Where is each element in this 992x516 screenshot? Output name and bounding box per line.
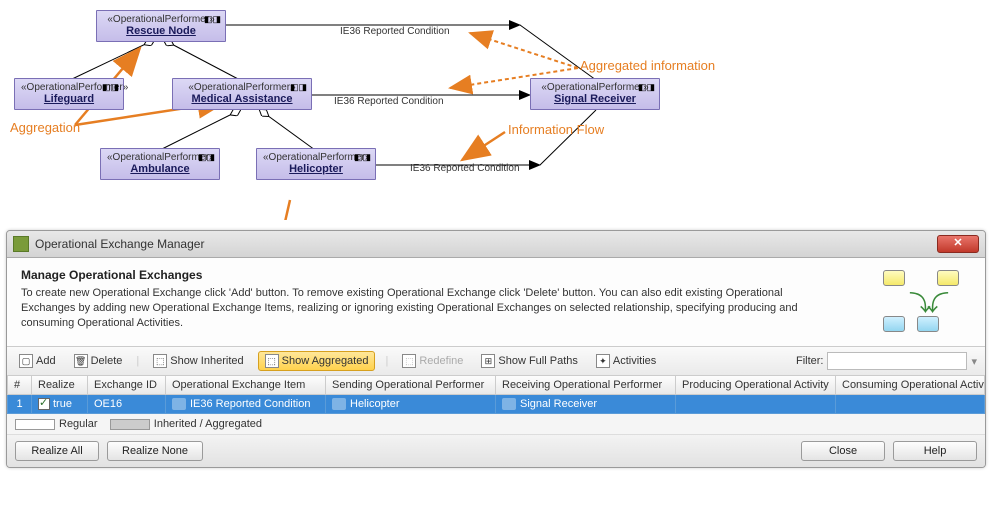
- dialog-footer: Realize All Realize None Close Help: [7, 435, 985, 467]
- dialog-title: Operational Exchange Manager: [35, 237, 204, 251]
- col-realize[interactable]: Realize: [32, 376, 88, 395]
- redefine-button: ⬚Redefine: [398, 352, 467, 370]
- item-icon: [172, 398, 186, 410]
- grid-header-row: # Realize Exchange ID Operational Exchan…: [8, 376, 985, 395]
- performer-icon: [502, 398, 516, 410]
- node-title: Helicopter: [263, 163, 369, 175]
- col-sending[interactable]: Sending Operational Performer: [326, 376, 496, 395]
- realize-checkbox[interactable]: [38, 398, 50, 410]
- cell-exchange-id[interactable]: OE16: [88, 395, 166, 414]
- help-button[interactable]: Help: [893, 441, 977, 461]
- legend: Regular Inherited / Aggregated: [7, 414, 985, 435]
- inherited-icon: ⬚: [153, 354, 167, 368]
- cell-realize[interactable]: true: [32, 395, 88, 414]
- aggregated-icon: ⬚: [265, 354, 279, 368]
- close-button[interactable]: Close: [801, 441, 885, 461]
- operational-exchange-manager-dialog: Operational Exchange Manager ✕ Manage Op…: [6, 230, 986, 468]
- node-title: Ambulance: [107, 163, 213, 175]
- node-helicopter[interactable]: ◧◨ «OperationalPerformer» Helicopter: [256, 148, 376, 180]
- performer-icon: ◧◨: [198, 152, 215, 163]
- activities-button[interactable]: ✦Activities: [592, 352, 660, 370]
- flow-label: IE36 Reported Condition: [340, 26, 450, 37]
- toolbar: ▢Add 🗑Delete | ⬚Show Inherited ⬚Show Agg…: [7, 347, 985, 376]
- performer-icon: [332, 398, 346, 410]
- activities-icon: ✦: [596, 354, 610, 368]
- node-title: Rescue Node: [103, 25, 219, 37]
- node-ambulance[interactable]: ◧◨ «OperationalPerformer» Ambulance: [100, 148, 220, 180]
- cell-receiving[interactable]: Signal Receiver: [496, 395, 676, 414]
- cell-consuming[interactable]: [836, 395, 985, 414]
- delete-icon: 🗑: [74, 354, 88, 368]
- col-exchange-id[interactable]: Exchange ID: [88, 376, 166, 395]
- node-signal[interactable]: ◧◨ «OperationalPerformer» Signal Receive…: [530, 78, 660, 110]
- node-medical[interactable]: ◧◨ «OperationalPerformer» Medical Assist…: [172, 78, 312, 110]
- flow-label: IE36 Reported Condition: [334, 96, 444, 107]
- delete-button[interactable]: 🗑Delete: [70, 352, 127, 370]
- realize-all-button[interactable]: Realize All: [15, 441, 99, 461]
- col-num[interactable]: #: [8, 376, 32, 395]
- legend-swatch-regular: [15, 419, 55, 430]
- decor-graphic: ⤵ ⤵: [875, 268, 971, 338]
- performer-icon: ◧◨: [204, 14, 221, 25]
- node-title: Medical Assistance: [179, 93, 305, 105]
- filter-label: Filter:: [796, 355, 824, 367]
- paths-icon: ⊞: [481, 354, 495, 368]
- flow-label: IE36 Reported Condition: [410, 163, 520, 174]
- cell-item[interactable]: IE36 Reported Condition: [166, 395, 326, 414]
- app-icon: [13, 236, 29, 252]
- annotation-info-flow: Information Flow: [508, 122, 604, 137]
- legend-swatch-inherited: [110, 419, 150, 430]
- filter-dropdown-icon[interactable]: ▾: [971, 355, 977, 368]
- close-icon[interactable]: ✕: [937, 235, 979, 253]
- col-item[interactable]: Operational Exchange Item: [166, 376, 326, 395]
- show-inherited-toggle[interactable]: ⬚Show Inherited: [149, 352, 247, 370]
- performer-icon: ◧◨: [638, 82, 655, 93]
- stereotype: «OperationalPerformer»: [179, 82, 305, 93]
- separator: |: [136, 355, 139, 367]
- performer-icon: ◧◨: [354, 152, 371, 163]
- dialog-body: Manage Operational Exchanges To create n…: [7, 258, 985, 347]
- col-consuming[interactable]: Consuming Operational Activity: [836, 376, 985, 395]
- node-rescue[interactable]: ◧◨ «OperationalPerformer» Rescue Node: [96, 10, 226, 42]
- node-title: Signal Receiver: [537, 93, 653, 105]
- stereotype: «OperationalPerformer»: [103, 14, 219, 25]
- cell-sending[interactable]: Helicopter: [326, 395, 496, 414]
- uml-diagram: ◧◨ «OperationalPerformer» Rescue Node ◧◨…: [0, 0, 992, 220]
- show-full-paths-toggle[interactable]: ⊞Show Full Paths: [477, 352, 581, 370]
- dialog-heading: Manage Operational Exchanges: [21, 268, 859, 282]
- performer-icon: ◧◨: [102, 82, 119, 93]
- col-receiving[interactable]: Receiving Operational Performer: [496, 376, 676, 395]
- stereotype: «OperationalPerformer»: [537, 82, 653, 93]
- show-aggregated-toggle[interactable]: ⬚Show Aggregated: [258, 351, 376, 371]
- dialog-titlebar[interactable]: Operational Exchange Manager ✕: [7, 231, 985, 258]
- node-title: Lifeguard: [21, 93, 117, 105]
- cell-producing[interactable]: [676, 395, 836, 414]
- exchange-grid[interactable]: # Realize Exchange ID Operational Exchan…: [7, 376, 985, 414]
- cell-num: 1: [8, 395, 32, 414]
- filter-input[interactable]: [827, 352, 967, 370]
- add-button[interactable]: ▢Add: [15, 352, 60, 370]
- annotation-aggregation: Aggregation: [10, 120, 80, 135]
- add-icon: ▢: [19, 354, 33, 368]
- separator: |: [385, 355, 388, 367]
- table-row[interactable]: 1 true OE16 IE36 Reported Condition Heli…: [8, 395, 985, 414]
- dialog-description: To create new Operational Exchange click…: [21, 286, 821, 331]
- redefine-icon: ⬚: [402, 354, 416, 368]
- node-lifeguard[interactable]: ◧◨ «OperationalPerformer» Lifeguard: [14, 78, 124, 110]
- col-producing[interactable]: Producing Operational Activity: [676, 376, 836, 395]
- realize-none-button[interactable]: Realize None: [107, 441, 203, 461]
- performer-icon: ◧◨: [290, 82, 307, 93]
- annotation-aggregated-info: Aggregated information: [580, 58, 715, 73]
